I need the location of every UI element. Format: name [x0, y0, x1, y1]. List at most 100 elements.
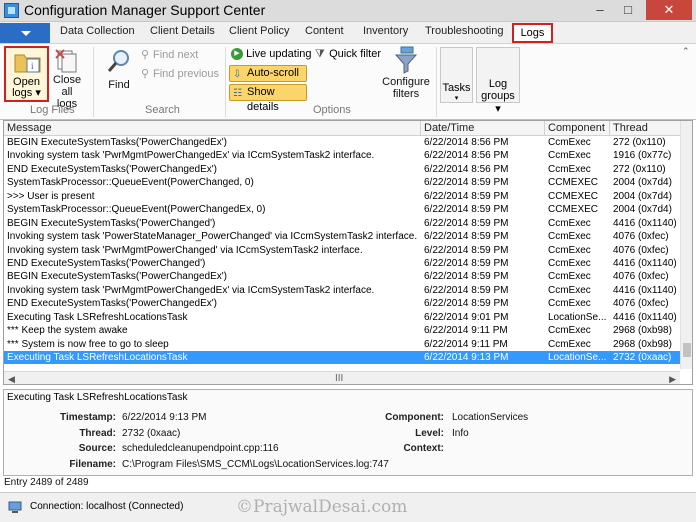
table-row[interactable]: >>> User is present 6/22/2014 8:59 PM CCME…	[4, 190, 680, 203]
tab-data-collection[interactable]: Data Collection	[60, 25, 135, 37]
configure-filters-button[interactable]: Configure filters	[381, 46, 431, 100]
table-row[interactable]: Executing Task LSRefreshLocationsTask 6/2…	[4, 311, 680, 324]
group-separator	[93, 47, 94, 117]
cell-component: CcmExec	[548, 271, 591, 283]
close-all-logs-button[interactable]: Close all logs	[48, 46, 86, 110]
scroll-right-icon[interactable]: ▶	[669, 374, 676, 384]
connection-status: Connection: localhost (Connected)	[30, 501, 184, 512]
ribbon-panel: i Open logs ▾ Close all logs Log Files F…	[0, 43, 696, 120]
cell-datetime: 6/22/2014 8:59 PM	[424, 271, 509, 283]
group-label-search: Search	[145, 104, 180, 116]
scrollbar-grip[interactable]: III	[335, 373, 343, 384]
cell-message: >>> User is present	[7, 190, 95, 202]
vertical-scrollbar[interactable]	[680, 121, 692, 369]
cell-component: CcmExec	[548, 298, 591, 310]
tab-inventory[interactable]: Inventory	[363, 25, 408, 37]
cell-message: END ExecuteSystemTasks('PowerChanged')	[7, 257, 206, 269]
table-row[interactable]: SystemTaskProcessor::QueueEvent(PowerCha…	[4, 203, 680, 216]
component-value: LocationServices	[452, 412, 529, 423]
cell-component: CcmExec	[548, 244, 591, 256]
column-message[interactable]: Message	[4, 121, 421, 136]
column-thread[interactable]: Thread	[610, 121, 680, 136]
group-separator	[225, 47, 226, 117]
find-label: Find	[108, 79, 130, 91]
magnifier-icon	[107, 50, 129, 72]
auto-scroll-toggle[interactable]: ⇩ Auto-scroll	[229, 65, 307, 82]
scrollbar-thumb[interactable]	[683, 343, 691, 357]
find-next-button[interactable]: ⚲ Find next	[141, 48, 198, 61]
log-table[interactable]: Message Date/Time Component Thread BEGIN…	[3, 120, 693, 385]
configure-filters-label-2: filters	[392, 88, 420, 100]
maximize-button[interactable]: □	[614, 0, 642, 20]
table-row[interactable]: BEGIN ExecuteSystemTasks('PowerChangedEx…	[4, 270, 680, 283]
open-logs-button[interactable]: i Open logs ▾	[4, 46, 49, 102]
table-row[interactable]: BEGIN ExecuteSystemTasks('PowerChangedEx…	[4, 136, 680, 149]
component-label: Component:	[385, 412, 444, 423]
cell-datetime: 6/22/2014 8:56 PM	[424, 150, 509, 162]
cell-component: CcmExec	[548, 217, 591, 229]
find-previous-button[interactable]: ⚲ Find previous	[141, 67, 219, 80]
cell-message: Invoking system task 'PwrMgmtPowerChange…	[7, 150, 375, 162]
group-label-log-files: Log Files	[30, 104, 75, 116]
cell-datetime: 6/22/2014 8:59 PM	[424, 244, 509, 256]
tab-logs[interactable]: Logs	[512, 23, 553, 43]
live-updating-label: Live updating	[246, 48, 312, 60]
close-button[interactable]: ✕	[646, 0, 692, 20]
show-details-toggle[interactable]: ☷ Show details	[229, 84, 307, 113]
tasks-button[interactable]: Tasks ▾	[440, 47, 473, 103]
scroll-left-icon[interactable]: ◀	[8, 374, 15, 384]
thread-value: 2732 (0xaac)	[122, 428, 181, 439]
collapse-ribbon-icon[interactable]: ⌃	[682, 46, 690, 57]
table-row[interactable]: Invoking system task 'PwrMgmtPowerChange…	[4, 149, 680, 162]
find-previous-label: Find previous	[153, 68, 220, 80]
table-row[interactable]: *** System is now free to go to sleep 6/2…	[4, 338, 680, 351]
close-all-logs-label: Close all	[52, 74, 82, 98]
table-row[interactable]: Invoking system task 'PwrMgmtPowerChange…	[4, 244, 680, 257]
log-groups-button[interactable]: Log groups ▾	[476, 47, 520, 115]
cell-thread: 4076 (0xfec)	[613, 231, 669, 243]
cell-thread: 2004 (0x7d4)	[613, 177, 672, 189]
table-row[interactable]: END ExecuteSystemTasks('PowerChanged') 6/…	[4, 257, 680, 270]
table-row[interactable]: SystemTaskProcessor::QueueEvent(PowerCha…	[4, 176, 680, 189]
table-row[interactable]: Executing Task LSRefreshLocationsTask 6/2…	[4, 351, 680, 365]
find-next-icon: ⚲	[141, 49, 150, 61]
column-datetime[interactable]: Date/Time	[421, 121, 545, 136]
watermark: ©PrajwalDesai.com	[236, 497, 408, 517]
timestamp-value: 6/22/2014 9:13 PM	[122, 412, 207, 423]
minimize-button[interactable]: –	[586, 0, 614, 20]
tab-client-details[interactable]: Client Details	[150, 25, 215, 37]
cell-component: CcmExec	[548, 150, 591, 162]
cell-component: CCMEXEC	[548, 177, 599, 189]
cell-component: CcmExec	[548, 231, 591, 243]
log-rows: BEGIN ExecuteSystemTasks('PowerChangedEx…	[4, 136, 680, 365]
table-row[interactable]: Invoking system task 'PwrMgmtPowerChange…	[4, 284, 680, 297]
table-row[interactable]: END ExecuteSystemTasks('PowerChangedEx')…	[4, 297, 680, 310]
cell-component: CcmExec	[548, 284, 591, 296]
table-row[interactable]: Invoking system task 'PowerStateManager_…	[4, 230, 680, 243]
source-label: Source:	[78, 443, 116, 454]
live-updating-button[interactable]: ▶ Live updating	[231, 48, 312, 61]
chevron-down-icon: ▾	[454, 95, 459, 102]
table-row[interactable]: END ExecuteSystemTasks('PowerChangedEx')…	[4, 163, 680, 176]
table-row[interactable]: *** Keep the system awake 6/22/2014 9:11 …	[4, 324, 680, 337]
open-logs-label-2: logs ▾	[12, 87, 41, 99]
log-groups-label-2: groups ▾	[481, 90, 515, 115]
tab-troubleshooting[interactable]: Troubleshooting	[425, 25, 503, 37]
cell-datetime: 6/22/2014 9:01 PM	[424, 311, 509, 323]
filename-label: Filename:	[69, 459, 116, 470]
table-row[interactable]: BEGIN ExecuteSystemTasks('PowerChanged')…	[4, 217, 680, 230]
tab-content[interactable]: Content	[305, 25, 344, 37]
column-component[interactable]: Component	[545, 121, 610, 136]
horizontal-scrollbar[interactable]: ◀ III ▶	[4, 371, 680, 384]
level-value: Info	[452, 428, 469, 439]
app-icon	[4, 3, 19, 18]
details-icon: ☷	[233, 88, 242, 99]
find-button[interactable]: Find	[104, 46, 134, 91]
cell-thread: 2732 (0xaac)	[613, 352, 672, 363]
tab-client-policy[interactable]: Client Policy	[229, 25, 290, 37]
cell-datetime: 6/22/2014 8:59 PM	[424, 217, 509, 229]
cell-thread: 2968 (0xb98)	[613, 325, 672, 337]
cell-datetime: 6/22/2014 9:13 PM	[424, 352, 509, 363]
file-menu-button[interactable]	[0, 23, 50, 43]
quick-filter-button[interactable]: ⧩ Quick filter	[315, 48, 381, 61]
